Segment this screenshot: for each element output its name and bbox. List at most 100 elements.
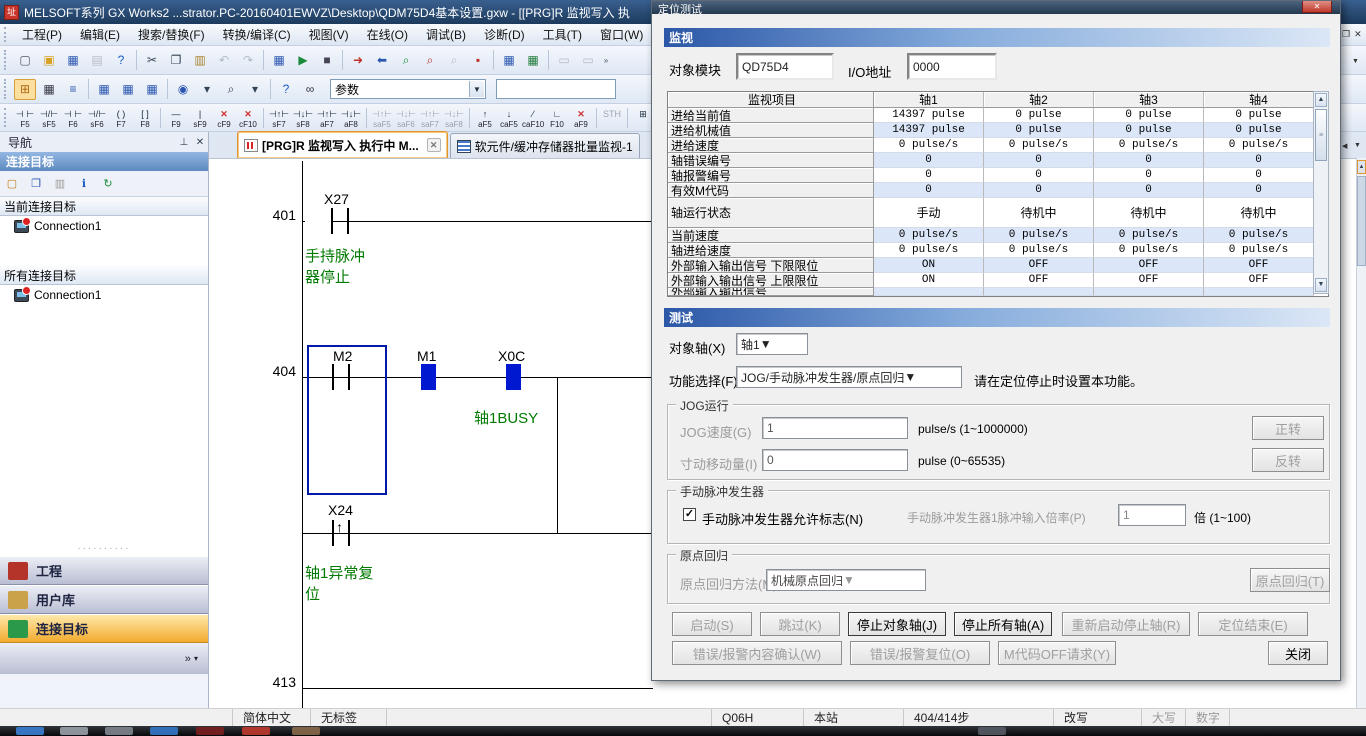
dialog-button-错误/报警复位(O)[interactable]: 错误/报警复位(O) [850, 641, 990, 665]
note-icon[interactable]: ▭ [577, 50, 599, 71]
ladder-symbol-F8-button[interactable]: [ ]F8 [133, 106, 157, 130]
menu-item-6[interactable]: 在线(O) [358, 24, 417, 45]
ladder-symbol-saF5-button[interactable]: ⊣↑⊢saF5 [370, 106, 394, 130]
ladder-symbol-sF9-button[interactable]: |sF9 [188, 106, 212, 130]
nav-expander[interactable]: » ▾ [0, 643, 208, 674]
dialog-button-错误/报警内容确认(W)[interactable]: 错误/报警内容确认(W) [672, 641, 842, 665]
dialog-titlebar[interactable]: 定位测试 [652, 1, 1340, 14]
monitor-start-icon[interactable]: ▶ [292, 50, 314, 71]
new-project-icon[interactable]: ▢ [14, 50, 36, 71]
inching-amount-input[interactable]: 0 [762, 449, 908, 471]
ladder-symbol-cF9-button[interactable]: ✕cF9 [212, 106, 236, 130]
taskbar-item-1[interactable] [60, 727, 88, 735]
table-scroll-thumb[interactable]: ≡ [1315, 109, 1327, 161]
refresh-icon[interactable]: ↻ [98, 175, 118, 193]
ladder-symbol-sF8-button[interactable]: ⊣↓⊢sF8 [291, 106, 315, 130]
ladder-symbol-saF8-button[interactable]: ⊣↓⊢saF8 [442, 106, 466, 130]
nav-mode-连接目标[interactable]: 连接目标 [0, 614, 208, 643]
ladder-symbol-aF5-button[interactable]: ↑aF5 [473, 106, 497, 130]
combo-arrow-icon[interactable]: ▼ [904, 370, 916, 384]
monitor-table-scrollbar[interactable]: ▲ ≡ ▼ [1313, 91, 1329, 294]
jog-speed-input[interactable]: 1 [762, 417, 908, 439]
taskbar-item-7[interactable] [978, 727, 1006, 735]
table-scroll-down-icon[interactable]: ▼ [1315, 278, 1327, 292]
forward-run-button[interactable]: 正转 [1252, 416, 1324, 440]
redo-icon[interactable]: ↷ [237, 50, 259, 71]
device-grid-2-icon[interactable]: ▦ [117, 79, 139, 100]
connection-info-icon[interactable]: ℹ [74, 175, 94, 193]
taskbar-item-5[interactable] [242, 727, 270, 735]
read-from-plc-icon[interactable]: ⬅ [371, 50, 393, 71]
menu-item-2[interactable]: 编辑(E) [71, 24, 129, 45]
ladder-symbol-sF7-button[interactable]: ⊣↑⊢sF7 [267, 106, 291, 130]
taskbar-item-6[interactable] [292, 727, 320, 735]
connection-item-all[interactable]: Connection1 [0, 285, 208, 305]
tab-scroll-left-icon[interactable]: ◀ [1342, 142, 1347, 150]
ladder-symbol-saF6-button[interactable]: ⊣↓⊢saF6 [394, 106, 418, 130]
tab-scroll-down-icon[interactable]: ▼ [1354, 142, 1361, 149]
opr-method-combo[interactable]: 机械原点回归 ▼ [766, 569, 926, 591]
copy-connection-icon[interactable]: ❐ [26, 175, 46, 193]
menu-item-7[interactable]: 调试(B) [417, 24, 475, 45]
ladder-symbol-sF5-button[interactable]: ⊣/⊢sF5 [37, 106, 61, 130]
menu-item-1[interactable]: 工程(P) [13, 24, 71, 45]
paste-icon[interactable]: ▥ [189, 50, 211, 71]
nav-mode-用户库[interactable]: 用户库 [0, 585, 208, 614]
device-display-icon[interactable]: ◉ [172, 79, 194, 100]
combo-arrow-icon[interactable]: ▼ [760, 337, 772, 351]
dropdown-a-icon[interactable]: ▾ [196, 79, 218, 100]
dialog-close-button[interactable]: ✕ [1302, 1, 1332, 13]
help-icon[interactable]: ? [110, 50, 132, 71]
undo-icon[interactable]: ↶ [213, 50, 235, 71]
monitor-stop-icon[interactable]: ■ [316, 50, 338, 71]
taskbar-item-4[interactable] [196, 727, 224, 735]
ladder-symbol-F10-button[interactable]: ∟F10 [545, 106, 569, 130]
menu-item-9[interactable]: 工具(T) [534, 24, 591, 45]
document-tab-1[interactable]: [PRG]R 监视写入 执行中 M...✕ [237, 131, 448, 158]
print-icon[interactable]: ▤ [86, 50, 108, 71]
open-project-icon[interactable]: ▣ [38, 50, 60, 71]
splitter-grip[interactable]: ·········· [0, 543, 208, 554]
menu-item-10[interactable]: 窗口(W) [591, 24, 652, 45]
scrollbar-thumb[interactable] [1357, 176, 1366, 266]
project-tree-icon[interactable]: ⊞ [14, 79, 36, 100]
toolbar-overflow-arrow-icon[interactable]: ▼ [1352, 58, 1359, 65]
ladder-symbol-F7-button[interactable]: ( )F7 [109, 106, 133, 130]
verify-green-icon[interactable]: ⌕ [395, 50, 417, 71]
ladder-symbol-aF8-button[interactable]: ⊣↓⊢aF8 [339, 106, 363, 130]
dialog-button-M代码OFF请求(Y)[interactable]: M代码OFF请求(Y) [998, 641, 1116, 665]
document-tab-2[interactable]: 软元件/缓冲存储器批量监视-1 [450, 133, 640, 158]
menu-item-4[interactable]: 转换/编译(C) [214, 24, 300, 45]
combo-arrow-icon[interactable]: ▼ [843, 573, 855, 587]
secondary-combo[interactable] [496, 79, 616, 99]
connection-item-current[interactable]: Connection1 [0, 216, 208, 236]
device-memory-icon[interactable]: ▦ [522, 50, 544, 71]
dropdown-b-icon[interactable]: ▾ [244, 79, 266, 100]
mdi-restore-icon[interactable]: ❐ [1342, 29, 1350, 43]
close-icon[interactable]: ✕ [192, 137, 208, 148]
parameter-combo[interactable]: 参数▼ [330, 79, 486, 99]
new-connection-icon[interactable]: ▢ [2, 175, 22, 193]
help-bulb-icon[interactable]: ? [275, 79, 297, 100]
dialog-button-重新启动停止轴(R)[interactable]: 重新启动停止轴(R) [1062, 612, 1190, 636]
mdi-close-icon[interactable]: ✕ [1354, 29, 1362, 43]
device-grid-1-icon[interactable]: ▦ [93, 79, 115, 100]
cut-icon[interactable]: ✂ [141, 50, 163, 71]
menu-item-8[interactable]: 诊断(D) [475, 24, 534, 45]
copy-icon[interactable]: ❐ [165, 50, 187, 71]
menu-item-5[interactable]: 视图(V) [300, 24, 358, 45]
ladder-symbol-saF7-button[interactable]: ⊣↑⊢saF7 [418, 106, 442, 130]
target-axis-combo[interactable]: 轴1 ▼ [736, 333, 808, 355]
device-grid-3-icon[interactable]: ▦ [141, 79, 163, 100]
mpg-enable-checkbox[interactable]: ✓ [683, 508, 696, 521]
ladder-symbol-x28-button[interactable]: STH [600, 106, 624, 130]
ladder-symbol-caF5-button[interactable]: ↓caF5 [497, 106, 521, 130]
dialog-button-跳过(K)[interactable]: 跳过(K) [760, 612, 840, 636]
ladder-symbol-aF9-button[interactable]: ✕aF9 [569, 106, 593, 130]
tab-close-icon[interactable]: ✕ [427, 138, 441, 152]
editor-vertical-scrollbar[interactable]: ▲ [1356, 158, 1366, 708]
verify-dim-icon[interactable]: ⌕ [443, 50, 465, 71]
list-view-icon[interactable]: ≡ [62, 79, 84, 100]
pin-icon[interactable]: ⊥ [176, 137, 192, 148]
nav-mode-工程[interactable]: 工程 [0, 556, 208, 585]
